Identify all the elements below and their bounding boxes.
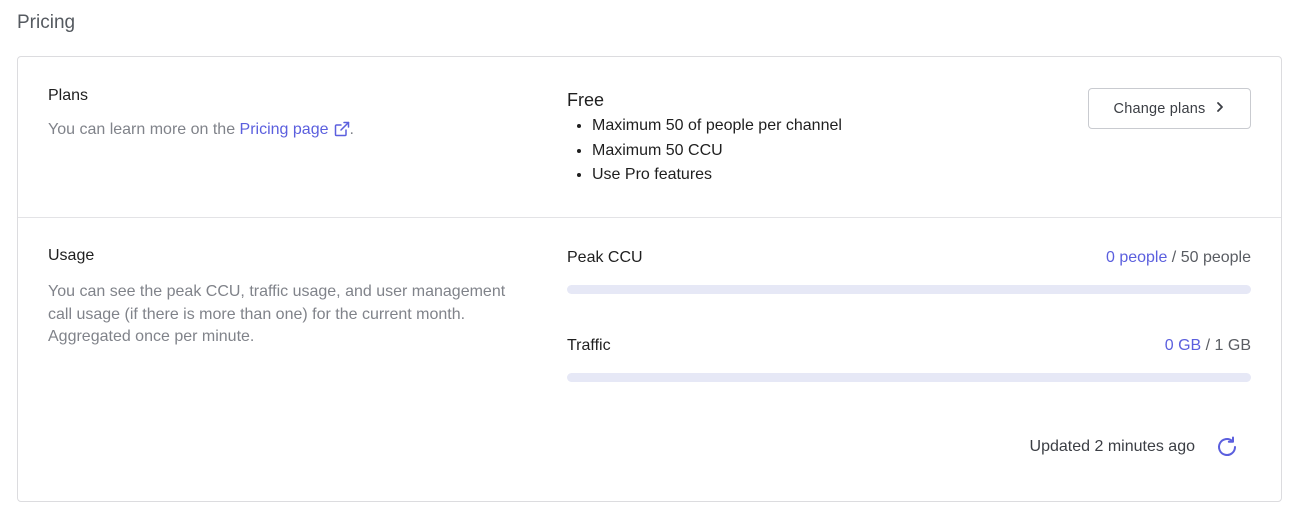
change-plans-button[interactable]: Change plans	[1088, 88, 1251, 129]
usage-updated-row: Updated 2 minutes ago	[1030, 435, 1239, 459]
pricing-page-link-text[interactable]: Pricing page	[240, 121, 329, 138]
traffic-limit: 1 GB	[1214, 337, 1251, 354]
plan-feature-item: Use Pro features	[592, 163, 842, 188]
plan-feature-item: Maximum 50 CCU	[592, 139, 842, 164]
peak-ccu-label: Peak CCU	[567, 249, 643, 266]
traffic-value: 0 GB / 1 GB	[1165, 337, 1251, 355]
plan-features-list: Maximum 50 of people per channel Maximum…	[567, 114, 842, 188]
traffic-progress-bar	[567, 373, 1251, 382]
page-title: Pricing	[17, 12, 76, 33]
plans-description-prefix: You can learn more on the	[48, 121, 240, 138]
current-plan-name: Free	[567, 90, 605, 110]
external-link-icon[interactable]	[334, 121, 350, 145]
change-plans-label[interactable]: Change plans	[1114, 101, 1206, 117]
peak-ccu-metric: Peak CCU 0 people / 50 people	[567, 249, 1251, 299]
usage-description: You can see the peak CCU, traffic usage,…	[48, 283, 506, 345]
traffic-current: 0 GB	[1164, 337, 1202, 354]
traffic-label: Traffic	[567, 337, 611, 354]
plans-description: You can learn more on the Pricing page.	[48, 119, 518, 145]
plans-description-suffix: .	[349, 121, 354, 138]
peak-ccu-separator: /	[1167, 249, 1181, 266]
updated-timestamp: Updated 2 minutes ago	[1029, 438, 1195, 455]
plan-feature-item: Maximum 50 of people per channel	[592, 114, 842, 139]
plans-title: Plans	[48, 87, 89, 104]
pricing-card: Plans You can learn more on the Pricing …	[17, 56, 1282, 502]
usage-section: Usage You can see the peak CCU, traffic …	[18, 218, 1281, 501]
usage-title: Usage	[48, 247, 95, 264]
peak-ccu-progress-bar	[567, 285, 1251, 294]
plans-section: Plans You can learn more on the Pricing …	[18, 57, 1281, 218]
refresh-icon[interactable]	[1215, 435, 1239, 459]
chevron-right-icon[interactable]	[1215, 101, 1225, 117]
peak-ccu-current: 0 people	[1105, 249, 1168, 266]
peak-ccu-value: 0 people / 50 people	[1106, 249, 1251, 267]
peak-ccu-limit: 50 people	[1180, 249, 1251, 266]
traffic-separator: /	[1201, 337, 1215, 354]
pricing-page-link[interactable]: Pricing page	[240, 121, 350, 138]
traffic-metric: Traffic 0 GB / 1 GB	[567, 337, 1251, 387]
